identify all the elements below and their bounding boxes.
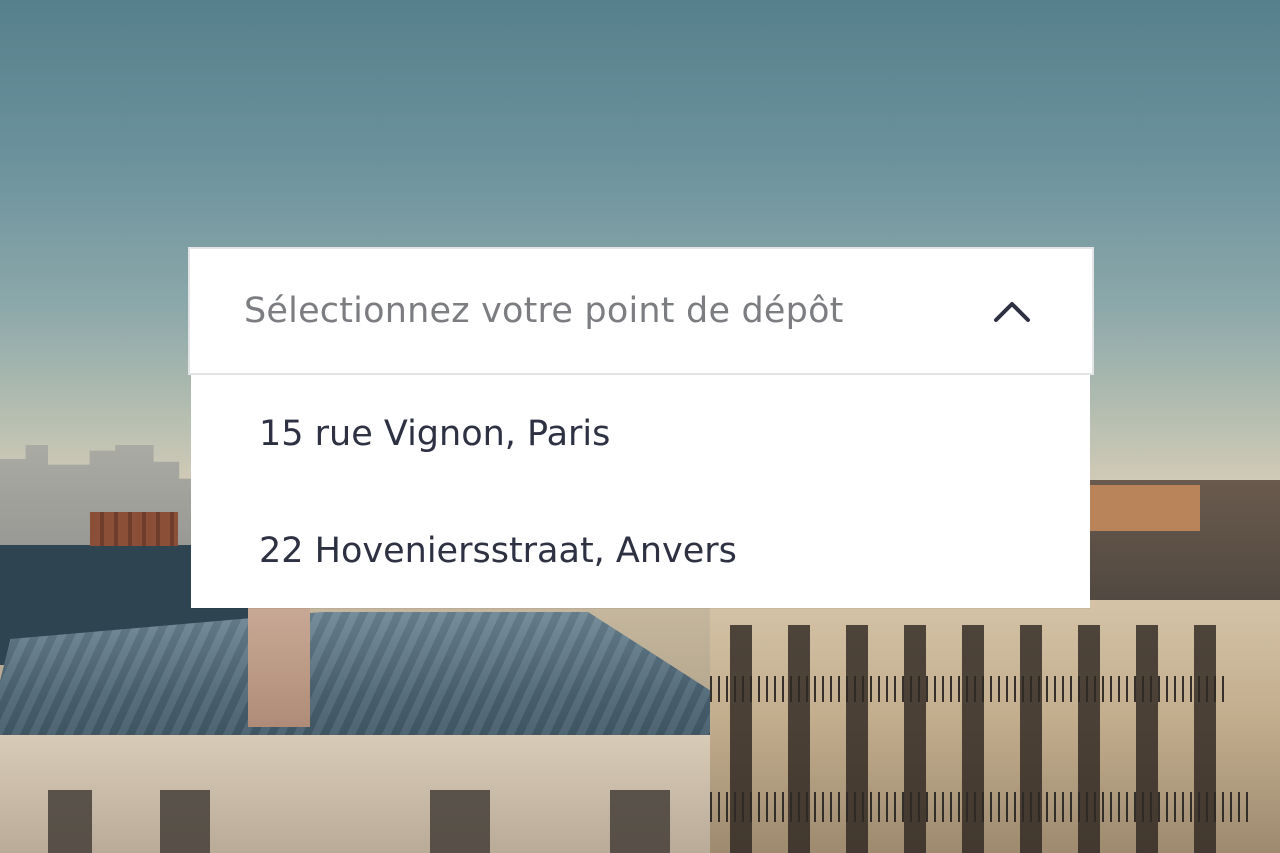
roof-chimney <box>248 607 310 727</box>
chimney-cluster <box>90 512 178 546</box>
dropdown-toggle[interactable]: Sélectionnez votre point de dépôt <box>188 247 1094 375</box>
right-rooftop <box>1080 485 1200 531</box>
dropdown-options-list: 15 rue Vignon, Paris 22 Hoveniersstraat,… <box>191 375 1090 608</box>
upper-balcony-railing <box>710 676 1230 702</box>
drop-off-point-dropdown: Sélectionnez votre point de dépôt 15 rue… <box>188 247 1094 608</box>
dropdown-option-anvers[interactable]: 22 Hoveniersstraat, Anvers <box>191 493 1090 608</box>
front-windows <box>20 790 720 853</box>
dropdown-placeholder: Sélectionnez votre point de dépôt <box>244 291 844 331</box>
chevron-up-icon[interactable] <box>992 291 1032 331</box>
dropdown-option-paris[interactable]: 15 rue Vignon, Paris <box>191 375 1090 493</box>
lower-balcony-railing <box>710 792 1250 822</box>
